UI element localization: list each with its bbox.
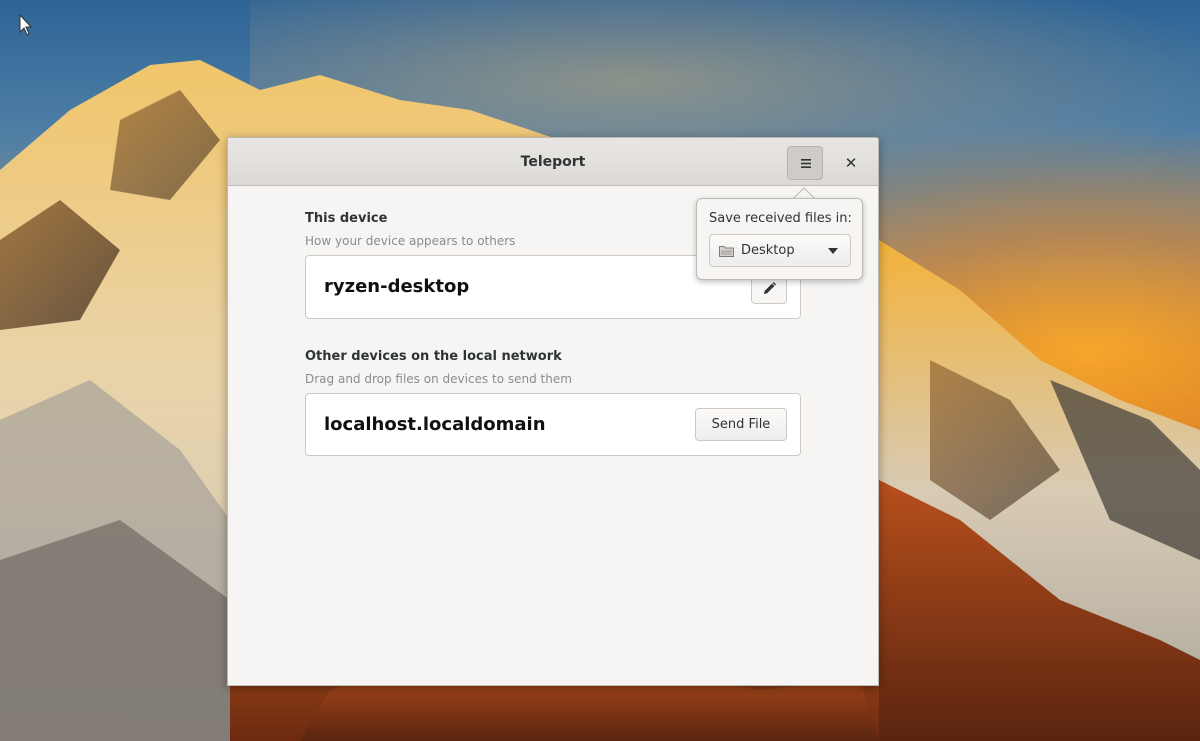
menu-button[interactable] — [787, 146, 823, 180]
hamburger-menu-icon — [801, 159, 811, 168]
remote-device-name: localhost.localdomain — [324, 414, 546, 435]
device-name: ryzen-desktop — [324, 276, 470, 297]
send-file-button[interactable]: Send File — [695, 408, 787, 441]
this-device-heading: This device — [305, 211, 388, 226]
folder-icon — [719, 246, 734, 257]
save-folder-chooser[interactable]: Desktop — [709, 234, 851, 267]
save-location-label: Save received files in: — [709, 211, 852, 226]
close-button[interactable]: ✕ — [834, 146, 868, 180]
header-bar: Teleport ✕ — [228, 138, 878, 186]
chevron-down-icon — [828, 248, 838, 254]
this-device-subtitle: How your device appears to others — [305, 234, 516, 248]
close-icon: ✕ — [844, 154, 858, 172]
other-devices-subtitle: Drag and drop files on devices to send t… — [305, 372, 572, 386]
other-devices-heading: Other devices on the local network — [305, 349, 562, 364]
device-row: localhost.localdomain Send File — [305, 393, 801, 456]
window-title: Teleport — [520, 154, 586, 170]
selected-folder-name: Desktop — [741, 243, 795, 258]
pencil-icon — [764, 282, 776, 294]
settings-popover: Save received files in: Desktop — [696, 198, 863, 280]
mouse-pointer-icon — [19, 14, 33, 36]
